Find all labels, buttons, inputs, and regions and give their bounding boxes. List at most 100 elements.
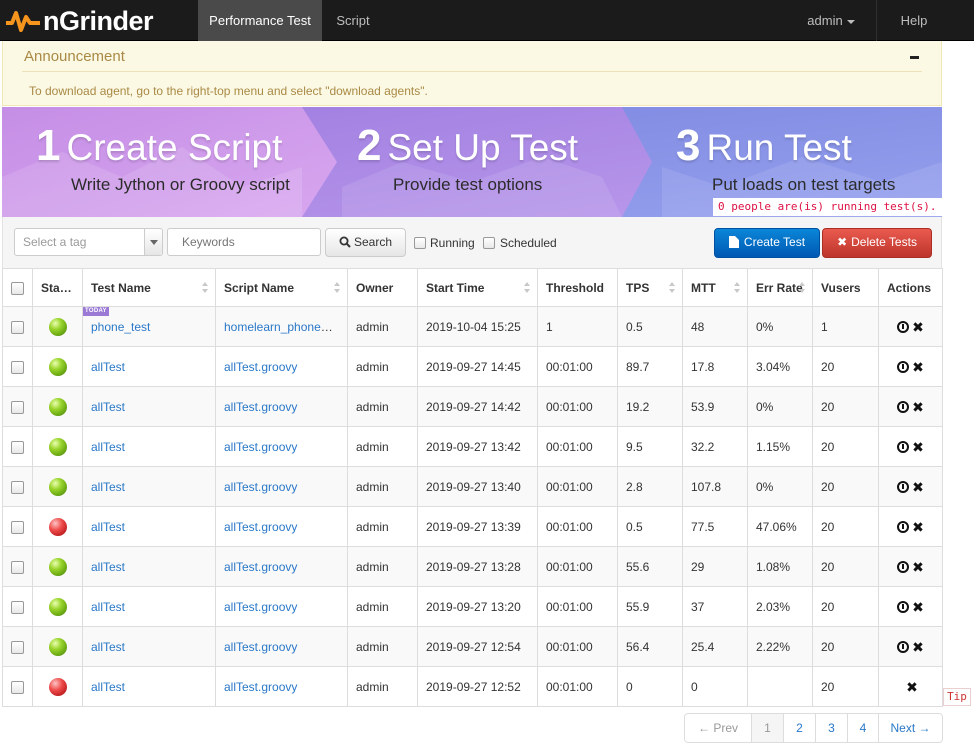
delete-icon[interactable]: ✖ (912, 400, 924, 414)
status-red-icon[interactable] (48, 517, 67, 536)
status-green-icon[interactable] (48, 597, 67, 616)
status-red-icon[interactable] (48, 677, 67, 696)
row-checkbox[interactable] (11, 440, 24, 454)
tip-button[interactable]: Tip (943, 688, 971, 706)
next-page-button[interactable]: Next → (878, 714, 942, 742)
test-name-link[interactable]: phone_test (91, 320, 150, 334)
stop-icon[interactable] (897, 641, 910, 654)
brand-logo[interactable]: nGrinder (6, 3, 154, 39)
row-checkbox[interactable] (11, 520, 24, 534)
test-name-link[interactable]: allTest (91, 360, 125, 374)
status-green-icon[interactable] (48, 357, 67, 376)
header-start-time[interactable]: Start Time (417, 268, 538, 307)
start-time-cell: 2019-09-27 13:42 (417, 426, 538, 467)
row-checkbox[interactable] (11, 640, 24, 654)
script-name-link[interactable]: homelearn_phone_test.groovy (224, 320, 347, 334)
stop-icon[interactable] (897, 521, 910, 534)
running-checkbox[interactable] (414, 237, 426, 249)
status-green-icon[interactable] (48, 437, 67, 456)
test-name-link[interactable]: allTest (91, 560, 125, 574)
header-test-name[interactable]: Test Name (82, 268, 216, 307)
row-checkbox[interactable] (11, 320, 24, 334)
nav-help[interactable]: Help (877, 0, 951, 41)
header-err-rate[interactable]: Err Rate (747, 268, 813, 307)
test-name-link[interactable]: allTest (91, 440, 125, 454)
delete-icon[interactable]: ✖ (906, 680, 918, 694)
search-button[interactable]: Search (325, 228, 406, 257)
create-test-button[interactable]: Create Test (714, 228, 820, 258)
status-green-icon[interactable] (48, 557, 67, 576)
row-select-cell (2, 306, 33, 347)
page-3-button[interactable]: 3 (815, 714, 847, 742)
delete-icon[interactable]: ✖ (912, 360, 924, 374)
script-name-link[interactable]: allTest.groovy (224, 520, 297, 534)
header-script-name[interactable]: Script Name (215, 268, 348, 307)
test-name-link[interactable]: allTest (91, 680, 125, 694)
script-name-link[interactable]: allTest.groovy (224, 480, 297, 494)
nav-performance-test[interactable]: Performance Test (198, 0, 322, 41)
status-green-icon[interactable] (48, 317, 67, 336)
test-name-link[interactable]: allTest (91, 520, 125, 534)
row-checkbox[interactable] (11, 400, 24, 414)
threshold-cell: 00:01:00 (537, 506, 618, 547)
threshold-cell: 00:01:00 (537, 546, 618, 587)
chevron-down-icon[interactable] (144, 229, 162, 255)
select-all-cell (2, 268, 33, 307)
row-checkbox[interactable] (11, 360, 24, 374)
status-green-icon[interactable] (48, 397, 67, 416)
delete-icon[interactable]: ✖ (912, 320, 924, 334)
stop-icon[interactable] (897, 601, 910, 614)
top-navbar: nGrinder Performance Test Script admin H… (0, 0, 974, 41)
header-tps[interactable]: TPS (617, 268, 683, 307)
err-rate-cell: 3.04% (747, 346, 813, 387)
test-name-link[interactable]: allTest (91, 640, 125, 654)
select-all-checkbox[interactable] (11, 281, 24, 295)
collapse-icon[interactable] (910, 56, 919, 59)
script-name-link[interactable]: allTest.groovy (224, 360, 297, 374)
row-checkbox[interactable] (11, 560, 24, 574)
stop-icon[interactable] (897, 401, 910, 414)
header-actions: Actions (878, 268, 943, 307)
search-label: Search (353, 235, 393, 249)
test-name-link[interactable]: allTest (91, 400, 125, 414)
stop-icon[interactable] (897, 321, 910, 334)
page-1-button[interactable]: 1 (751, 714, 783, 742)
delete-icon[interactable]: ✖ (912, 600, 924, 614)
header-mtt[interactable]: MTT (682, 268, 748, 307)
search-icon (339, 236, 351, 248)
delete-tests-button[interactable]: ✖ Delete Tests (822, 228, 932, 258)
status-green-icon[interactable] (48, 637, 67, 656)
status-cell (32, 546, 83, 587)
stop-icon[interactable] (897, 481, 910, 494)
stop-icon[interactable] (897, 561, 910, 574)
delete-icon[interactable]: ✖ (912, 560, 924, 574)
keyword-input[interactable] (167, 228, 321, 256)
status-green-icon[interactable] (48, 477, 67, 496)
test-name-link[interactable]: allTest (91, 480, 125, 494)
delete-icon[interactable]: ✖ (912, 520, 924, 534)
stop-icon[interactable] (897, 441, 910, 454)
delete-icon[interactable]: ✖ (912, 480, 924, 494)
row-checkbox[interactable] (11, 680, 24, 694)
mtt-cell: 107.8 (682, 466, 748, 507)
row-checkbox[interactable] (11, 600, 24, 614)
delete-icon[interactable]: ✖ (912, 640, 924, 654)
delete-icon[interactable]: ✖ (912, 440, 924, 454)
page-2-button[interactable]: 2 (783, 714, 815, 742)
page-4-button[interactable]: 4 (847, 714, 878, 742)
row-checkbox[interactable] (11, 480, 24, 494)
script-name-link[interactable]: allTest.groovy (224, 440, 297, 454)
script-name-link[interactable]: allTest.groovy (224, 400, 297, 414)
tag-select[interactable]: Select a tag (14, 228, 163, 256)
test-name-link[interactable]: allTest (91, 600, 125, 614)
scheduled-checkbox[interactable] (483, 237, 495, 249)
nav-script[interactable]: Script (322, 0, 384, 41)
script-name-link[interactable]: allTest.groovy (224, 640, 297, 654)
stop-icon[interactable] (897, 361, 910, 374)
script-name-link[interactable]: allTest.groovy (224, 560, 297, 574)
user-menu[interactable]: admin (792, 0, 870, 41)
prev-page-button[interactable]: ← Prev (685, 714, 751, 742)
status-cell (32, 346, 83, 387)
script-name-link[interactable]: allTest.groovy (224, 600, 297, 614)
script-name-link[interactable]: allTest.groovy (224, 680, 297, 694)
